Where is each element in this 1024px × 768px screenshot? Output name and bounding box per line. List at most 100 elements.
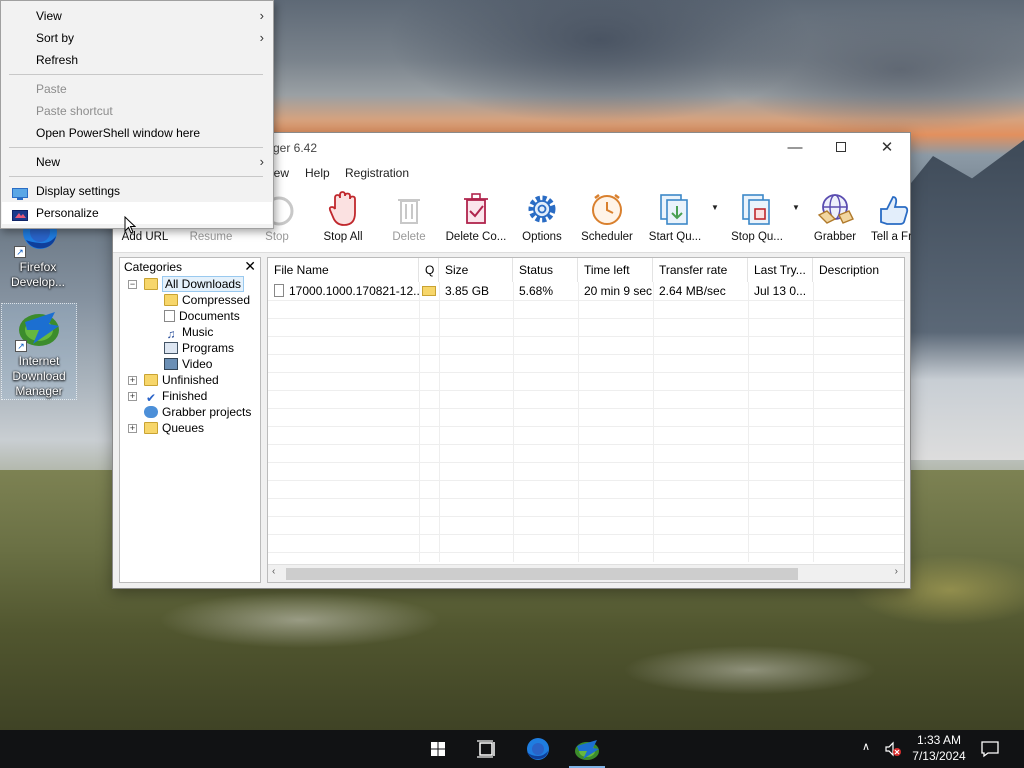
maximize-button[interactable] bbox=[818, 133, 864, 163]
categories-header: Categories bbox=[124, 260, 183, 274]
unfinished-folder-icon bbox=[144, 374, 158, 386]
stop-queue-icon bbox=[737, 189, 777, 229]
desktop-icon-label: Firefox Develop... bbox=[10, 260, 66, 289]
column-description[interactable]: Description bbox=[813, 258, 904, 282]
taskbar-clock[interactable]: 1:33 AM 7/13/2024 bbox=[906, 732, 972, 764]
expander-finished[interactable]: + bbox=[128, 392, 137, 401]
column-file-name[interactable]: File Name bbox=[268, 258, 419, 282]
grid-line bbox=[268, 552, 904, 553]
taskbar-idm[interactable] bbox=[563, 730, 611, 768]
idm-shortcut[interactable]: ↗ Internet Download Manager bbox=[1, 303, 77, 400]
grid-line bbox=[268, 516, 904, 517]
toolbar-label: Start Qu... bbox=[648, 231, 702, 243]
scheduler-button[interactable]: Scheduler bbox=[581, 189, 633, 249]
tree-item-unfinished[interactable]: Unfinished bbox=[144, 372, 219, 388]
cell-transfer-rate: 2.64 MB/sec bbox=[659, 284, 726, 298]
start-queue-button[interactable]: Start Qu... bbox=[645, 189, 705, 249]
grid-line bbox=[419, 282, 420, 562]
tree-item-all-downloads[interactable]: All Downloads bbox=[144, 276, 245, 292]
column-queue[interactable]: Q bbox=[419, 258, 439, 282]
notification-center-icon[interactable] bbox=[980, 739, 1000, 759]
taskbar-firefox-developer[interactable] bbox=[513, 730, 561, 768]
menu-item-new[interactable]: New › bbox=[2, 151, 272, 173]
start-button[interactable] bbox=[414, 730, 462, 768]
menu-item-label: Sort by bbox=[36, 31, 75, 45]
tree-label: Grabber projects bbox=[162, 405, 252, 419]
grid-line bbox=[268, 390, 904, 391]
grid-line bbox=[268, 354, 904, 355]
stop-all-button[interactable]: Stop All bbox=[319, 189, 367, 249]
volume-muted-icon[interactable] bbox=[884, 740, 902, 758]
column-status[interactable]: Status bbox=[513, 258, 578, 282]
firefox-icon bbox=[527, 738, 549, 760]
file-name-text: 17000.1000.170821-12... bbox=[289, 284, 419, 298]
column-transfer-rate[interactable]: Transfer rate bbox=[653, 258, 748, 282]
grid-line bbox=[268, 498, 904, 499]
menu-item-view[interactable]: View › bbox=[2, 5, 272, 27]
expander-queues[interactable]: + bbox=[128, 424, 137, 433]
display-icon bbox=[12, 185, 28, 200]
toolbar-label: Scheduler bbox=[581, 231, 633, 243]
task-view-button[interactable] bbox=[463, 730, 511, 768]
cell-time-left: 20 min 9 sec bbox=[584, 284, 653, 298]
queues-folder-icon bbox=[144, 422, 158, 434]
toolbar-label: Delete Co... bbox=[445, 231, 507, 243]
menu-separator bbox=[9, 74, 263, 75]
menu-item-paste-shortcut[interactable]: Paste shortcut bbox=[2, 100, 272, 122]
tell-a-friend-button[interactable]: Tell a Fri bbox=[871, 189, 911, 249]
grid-line bbox=[268, 372, 904, 373]
menu-item-sort-by[interactable]: Sort by › bbox=[2, 27, 272, 49]
scrollbar-thumb[interactable] bbox=[286, 568, 798, 580]
toolbar-label: Stop Qu... bbox=[731, 231, 783, 243]
scroll-left-icon[interactable]: ‹ bbox=[272, 566, 275, 577]
tree-item-queues[interactable]: Queues bbox=[144, 420, 204, 436]
tree-label: Compressed bbox=[182, 293, 251, 307]
expander-all-downloads[interactable]: − bbox=[128, 280, 137, 289]
tray-overflow-chevron-icon[interactable]: ∧ bbox=[862, 740, 870, 753]
menu-item-display-settings[interactable]: Display settings bbox=[2, 180, 272, 202]
delete-completed-button[interactable]: Delete Co... bbox=[443, 189, 509, 249]
stop-queue-dropdown-icon[interactable]: ▼ bbox=[792, 203, 800, 212]
menu-registration[interactable]: Registration bbox=[345, 166, 409, 180]
menu-item-label: Paste bbox=[36, 82, 67, 96]
grabber-globe-icon bbox=[144, 406, 158, 418]
menu-item-paste[interactable]: Paste bbox=[2, 78, 272, 100]
tree-item-music[interactable]: ♫ Music bbox=[164, 324, 214, 340]
tree-item-grabber-projects[interactable]: Grabber projects bbox=[144, 404, 251, 420]
categories-panel: Categories ✕ − All Downloads Compressed … bbox=[119, 257, 261, 583]
start-queue-dropdown-icon[interactable]: ▼ bbox=[711, 203, 719, 212]
grabber-button[interactable]: Grabber bbox=[811, 189, 859, 249]
close-button[interactable]: ✕ bbox=[864, 133, 910, 163]
menu-help[interactable]: Help bbox=[305, 166, 330, 180]
tell-friend-icon bbox=[871, 189, 911, 229]
column-last-try[interactable]: Last Try... bbox=[748, 258, 813, 282]
tree-item-programs[interactable]: Programs bbox=[164, 340, 234, 356]
queue-folder-icon bbox=[422, 286, 436, 296]
tree-item-compressed[interactable]: Compressed bbox=[164, 292, 250, 308]
tree-item-documents[interactable]: Documents bbox=[164, 308, 240, 324]
tree-item-finished[interactable]: ✔ Finished bbox=[144, 388, 207, 404]
tree-item-video[interactable]: Video bbox=[164, 356, 212, 372]
grid-line bbox=[268, 318, 904, 319]
delete-button[interactable]: Delete bbox=[389, 189, 429, 249]
shortcut-arrow-icon: ↗ bbox=[14, 246, 26, 258]
stop-queue-button[interactable]: Stop Qu... bbox=[727, 189, 787, 249]
menu-item-label: Open PowerShell window here bbox=[36, 126, 201, 140]
grid-line bbox=[268, 534, 904, 535]
categories-close-button[interactable]: ✕ bbox=[244, 258, 256, 275]
video-icon bbox=[164, 358, 178, 370]
horizontal-scrollbar[interactable]: ‹ › bbox=[268, 564, 904, 582]
minimize-button[interactable]: — bbox=[772, 133, 818, 163]
scroll-right-icon[interactable]: › bbox=[895, 566, 898, 577]
menu-item-open-powershell[interactable]: Open PowerShell window here bbox=[2, 122, 272, 144]
clock-time: 1:33 AM bbox=[916, 733, 962, 747]
menu-item-personalize[interactable]: Personalize bbox=[2, 202, 272, 224]
column-time-left[interactable]: Time left bbox=[578, 258, 653, 282]
grid-line bbox=[578, 282, 579, 562]
scheduler-clock-icon bbox=[587, 189, 627, 229]
column-size[interactable]: Size bbox=[439, 258, 513, 282]
menu-item-label: New bbox=[36, 155, 61, 169]
menu-item-refresh[interactable]: Refresh bbox=[2, 49, 272, 71]
options-button[interactable]: Options bbox=[521, 189, 563, 249]
expander-unfinished[interactable]: + bbox=[128, 376, 137, 385]
